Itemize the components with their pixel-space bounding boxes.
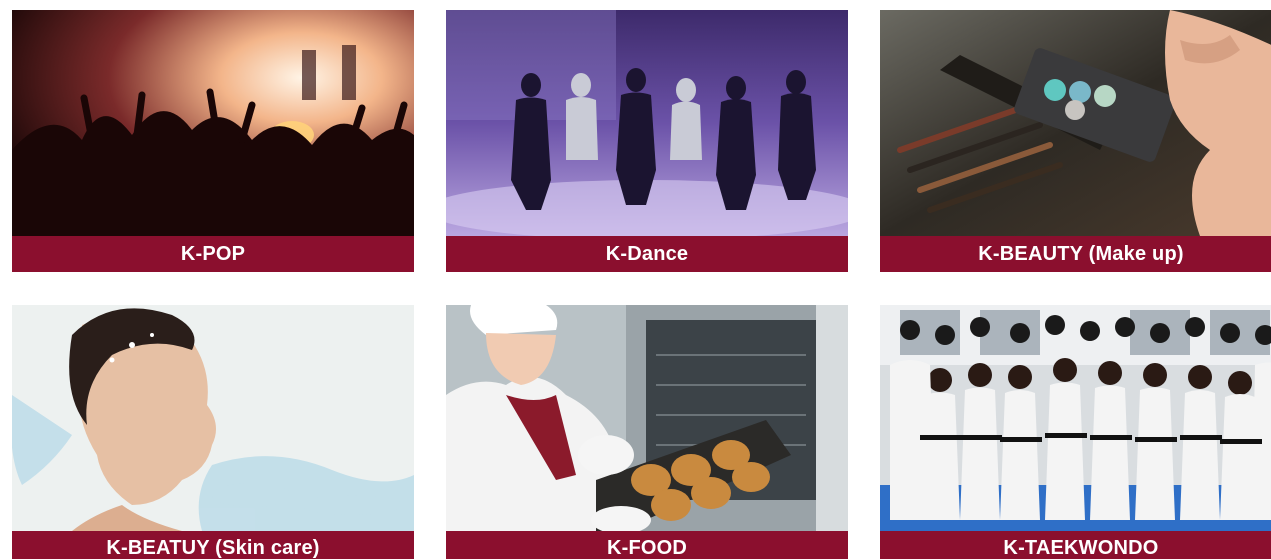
- card-kfood[interactable]: K-FOOD: [446, 305, 848, 559]
- makeup-palette-image: [880, 10, 1271, 236]
- card-ktaekwondo[interactable]: K-TAEKWONDO: [880, 305, 1271, 559]
- kpop-concert-image: [12, 10, 414, 236]
- card-label: K-POP: [12, 236, 414, 272]
- card-label: K-TAEKWONDO: [880, 531, 1271, 559]
- card-label: K-Dance: [446, 236, 848, 272]
- skincare-water-splash-image: [12, 305, 414, 531]
- card-kbeauty-skincare[interactable]: K-BEATUY (Skin care): [12, 305, 414, 559]
- taekwondo-group-image: [880, 305, 1271, 531]
- card-kdance[interactable]: K-Dance: [446, 10, 848, 272]
- card-label: K-BEATUY (Skin care): [12, 531, 414, 559]
- card-label: K-BEAUTY (Make up): [880, 236, 1271, 272]
- kdance-stage-image: [446, 10, 848, 236]
- kfood-baker-image: [446, 305, 848, 531]
- card-label: K-FOOD: [446, 531, 848, 559]
- card-kpop[interactable]: K-POP: [12, 10, 414, 272]
- card-kbeauty-makeup[interactable]: K-BEAUTY (Make up): [880, 10, 1271, 272]
